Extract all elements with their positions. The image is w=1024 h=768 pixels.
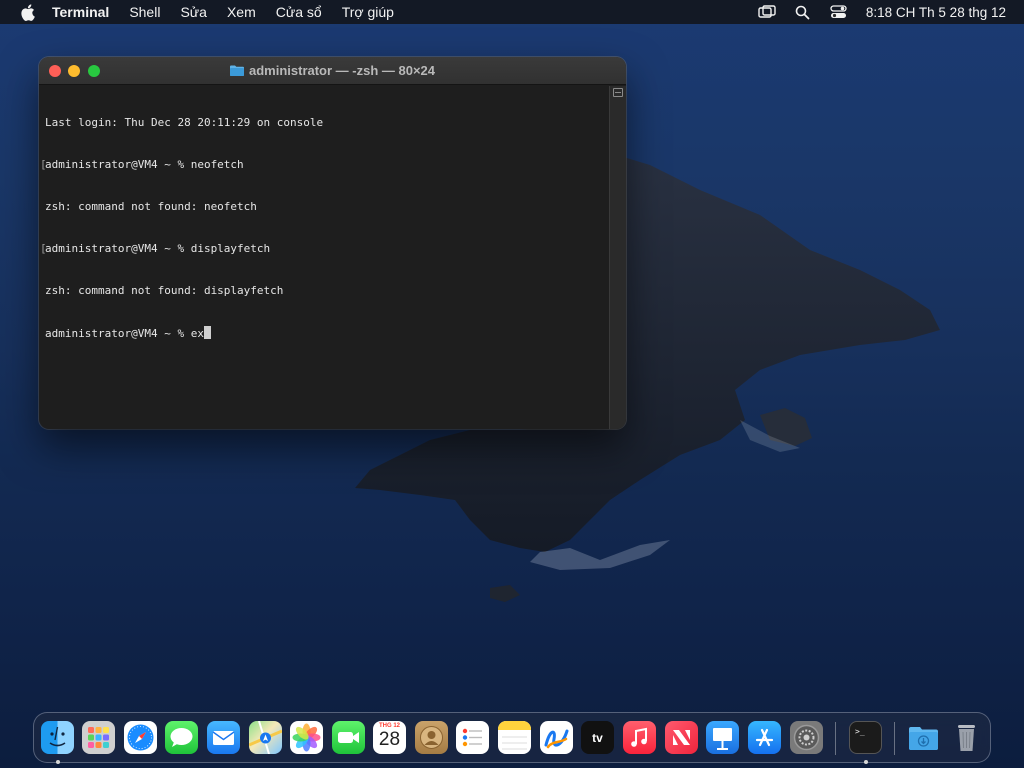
keynote-icon[interactable] (706, 721, 739, 754)
messages-icon[interactable] (165, 721, 198, 754)
safari-icon[interactable] (124, 721, 157, 754)
folder-icon (229, 65, 244, 76)
calendar-day: 28 (378, 729, 401, 750)
mark-bracket-left: [ (40, 158, 47, 171)
notes-icon[interactable] (498, 721, 531, 754)
terminal-window[interactable]: administrator — -zsh — 80×24 Last login:… (39, 57, 626, 429)
menu-app-name[interactable]: Terminal (52, 4, 109, 20)
news-icon[interactable] (665, 721, 698, 754)
terminal-line-text: Last login: Thu Dec 28 20:11:29 on conso… (45, 116, 324, 129)
terminal-content[interactable]: Last login: Thu Dec 28 20:11:29 on conso… (39, 86, 609, 429)
finder-running-indicator (56, 760, 60, 764)
menubar-clock[interactable]: 8:18 CH Th 5 28 thg 12 (866, 5, 1006, 20)
screen-mirroring-icon[interactable] (758, 4, 776, 20)
freeform-icon[interactable] (540, 721, 573, 754)
terminal-line-text: administrator@VM4 ~ % ex (45, 327, 204, 340)
mark-bracket-left: [ (40, 242, 47, 255)
notes-header (498, 721, 531, 730)
window-title: administrator — -zsh — 80×24 (39, 63, 626, 78)
terminal-running-indicator (864, 760, 868, 764)
menu-shell[interactable]: Shell (129, 4, 160, 20)
window-title-text: administrator — -zsh — 80×24 (248, 63, 436, 78)
menu-help[interactable]: Trợ giúp (342, 4, 394, 20)
trash-icon[interactable] (950, 721, 983, 754)
terminal-line-text: administrator@VM4 ~ % displayfetch (45, 242, 271, 255)
terminal-line: administrator@VM4 ~ % ex (45, 326, 603, 340)
menu-edit[interactable]: Sửa (180, 4, 207, 20)
terminal-line: [administrator@VM4 ~ % neofetch (40, 158, 603, 172)
maps-icon[interactable] (249, 721, 282, 754)
terminal-scrollbar[interactable] (609, 86, 626, 429)
music-icon[interactable] (623, 721, 656, 754)
mail-icon[interactable] (207, 721, 240, 754)
terminal-line-text: zsh: command not found: neofetch (45, 200, 257, 213)
terminal-line-text: administrator@VM4 ~ % neofetch (45, 158, 244, 171)
terminal-line: Last login: Thu Dec 28 20:11:29 on conso… (45, 116, 603, 130)
terminal-icon-prompt: >_ (855, 727, 865, 736)
finder-icon[interactable] (41, 721, 74, 754)
downloads-folder-icon[interactable] (907, 721, 940, 754)
terminal-line: zsh: command not found: displayfetch (45, 284, 603, 298)
contacts-icon[interactable] (415, 721, 448, 754)
reminders-icon[interactable] (456, 721, 489, 754)
split-pane-icon[interactable] (613, 88, 623, 97)
terminal-line: [administrator@VM4 ~ % displayfetch (40, 242, 603, 256)
dock: THG 12 28 tv >_ (33, 712, 991, 764)
window-titlebar[interactable]: administrator — -zsh — 80×24 (39, 57, 626, 85)
text-cursor (203, 326, 211, 339)
terminal-line: zsh: command not found: neofetch (45, 200, 603, 214)
menu-bar: Terminal Shell Sửa Xem Cửa sổ Trợ giúp 8… (0, 0, 1024, 24)
photos-icon[interactable] (290, 721, 323, 754)
dock-separator (894, 722, 895, 755)
facetime-icon[interactable] (332, 721, 365, 754)
app-store-icon[interactable] (748, 721, 781, 754)
calendar-icon[interactable]: THG 12 28 (373, 721, 406, 754)
apple-tv-label: tv (592, 730, 603, 745)
terminal-icon[interactable]: >_ (849, 721, 882, 754)
dock-separator (835, 722, 836, 755)
menu-window[interactable]: Cửa sổ (276, 4, 322, 20)
spotlight-search-icon[interactable] (794, 4, 812, 20)
control-center-icon[interactable] (830, 4, 848, 20)
terminal-line-text: zsh: command not found: displayfetch (45, 284, 284, 297)
menu-view[interactable]: Xem (227, 4, 256, 20)
apple-tv-icon[interactable]: tv (581, 721, 614, 754)
system-settings-icon[interactable] (790, 721, 823, 754)
launchpad-icon[interactable] (82, 721, 115, 754)
apple-menu-icon[interactable] (18, 3, 36, 21)
